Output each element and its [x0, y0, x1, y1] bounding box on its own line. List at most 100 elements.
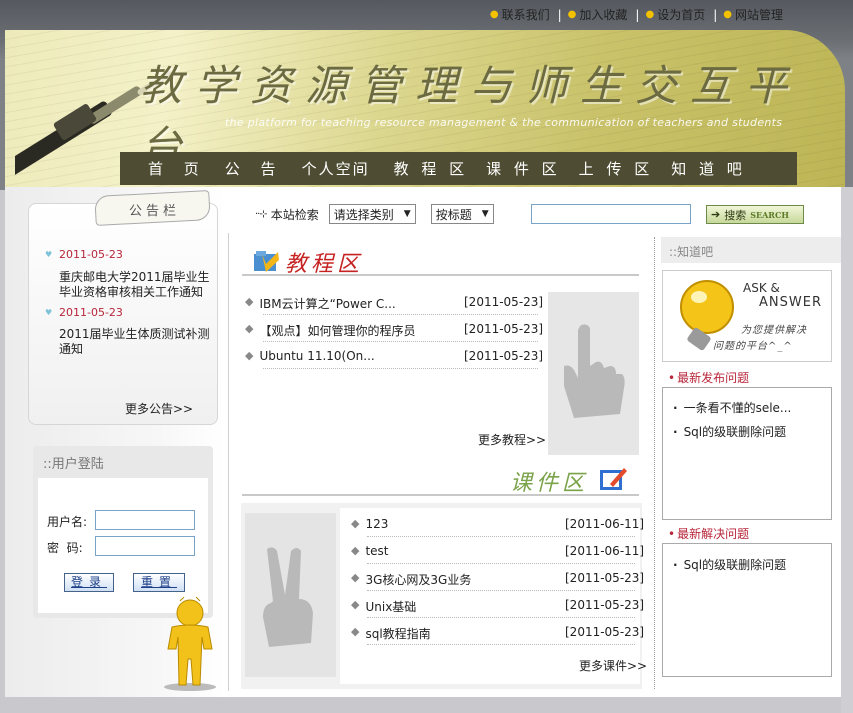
courseware-date: [2011-05-23]: [565, 598, 645, 612]
category-select[interactable]: 请选择类别 ▼: [328, 204, 416, 224]
search-button[interactable]: ➔ 搜索 SEARCH: [706, 205, 804, 224]
zhidao-title: ::知道吧: [661, 237, 841, 263]
nav-zhidao[interactable]: 知 道 吧: [671, 158, 746, 179]
divider: [242, 274, 639, 276]
latest-question-item[interactable]: 一条看不懂的sele...: [673, 399, 792, 416]
dropdown-icon: ▼: [403, 209, 411, 219]
nav-home[interactable]: 首 页: [148, 158, 207, 179]
slogan-line-1: 为您提供解决: [741, 325, 807, 336]
password-input[interactable]: [95, 536, 195, 556]
search-label: 本站检索: [270, 207, 319, 222]
nav-notice[interactable]: 公 告: [225, 158, 284, 179]
divider: [242, 494, 639, 496]
courseware-date: [2011-05-23]: [565, 625, 645, 639]
ask-label: ASK &: [743, 281, 780, 295]
login-title: ::用户登陆: [43, 457, 104, 472]
notice-panel: [28, 203, 218, 425]
nav-upload[interactable]: 上 传 区: [579, 158, 654, 179]
field-select[interactable]: 按标题 ▼: [430, 204, 494, 224]
right-edge: [841, 187, 853, 713]
pointing-hand-icon: [564, 324, 625, 418]
notice-date: 2011-05-23: [45, 248, 123, 261]
more-tutorials-link[interactable]: 更多教程>>: [478, 431, 546, 448]
arrow-circle-icon: ➔: [711, 208, 721, 221]
solved-questions-label: 最新解决问题: [668, 525, 749, 542]
username-input[interactable]: [95, 510, 195, 530]
dropdown-icon: ▼: [481, 209, 489, 219]
contact-link[interactable]: 联系我们: [502, 6, 550, 23]
category-value: 请选择类别: [333, 207, 394, 222]
answer-label: ANSWER: [759, 295, 822, 310]
tutorial-item[interactable]: ◆ IBM云计算之“Power C...: [245, 295, 396, 312]
site-subtitle: the platform for teaching resource manag…: [225, 116, 783, 129]
notepad-icon: [600, 468, 627, 490]
page: ● 联系我们 | ● 加入收藏 | ● 设为首页 | ● 网站管理 教学资源管理与师生交互平台…: [0, 0, 853, 713]
courseware-date: [2011-05-23]: [565, 571, 645, 585]
notice-title-tab: 公告栏: [94, 190, 211, 226]
diamond-icon: ◆: [351, 625, 360, 638]
courseware-item[interactable]: ◆ Unix基础: [351, 598, 416, 615]
field-value: 按标题: [435, 207, 472, 222]
login-button[interactable]: 登录: [64, 573, 114, 592]
tutorial-date: [2011-05-23]: [464, 322, 544, 336]
main-nav: 首 页 公 告 个人空间 教 程 区 课 件 区 上 传 区 知 道 吧: [120, 152, 797, 185]
more-notice-link[interactable]: 更多公告>>: [125, 400, 193, 417]
banner: 教学资源管理与师生交互平台 the platform for teaching …: [5, 30, 845, 190]
bullet-icon: ●: [567, 9, 577, 20]
header: ● 联系我们 | ● 加入收藏 | ● 设为首页 | ● 网站管理 教学资源管理与师生交互平台…: [0, 0, 853, 190]
nav-tutorials[interactable]: 教 程 区: [394, 158, 469, 179]
favorite-link[interactable]: 加入收藏: [579, 6, 627, 23]
reset-button[interactable]: 重置: [133, 573, 185, 592]
diamond-icon: ◆: [245, 295, 254, 308]
tutorial-image: [548, 292, 639, 455]
notice-item[interactable]: 重庆邮电大学2011届毕业生毕业资格审核相关工作通知: [59, 270, 211, 300]
diamond-icon: ◆: [245, 349, 254, 362]
bullet-icon: ●: [489, 9, 499, 20]
yellow-figure-icon: [164, 597, 216, 691]
username-label: 用户名:: [47, 515, 88, 529]
nav-personal[interactable]: 个人空间: [302, 158, 370, 179]
courseware-item[interactable]: ◆ 3G核心网及3G业务: [351, 571, 471, 588]
peace-hand-icon: [263, 547, 313, 647]
solved-question-item[interactable]: Sql的级联删除问题: [673, 556, 787, 573]
column-divider: [228, 233, 229, 691]
folder-icon: [254, 251, 279, 272]
courseware-item[interactable]: ◆ sql教程指南: [351, 625, 431, 642]
slogan-line-2: 问题的平台^_^: [713, 341, 793, 352]
tutorial-date: [2011-05-23]: [464, 295, 544, 309]
search-button-label: 搜索: [724, 208, 747, 222]
search-bar: ··⊹ 本站检索 请选择类别 ▼ 按标题 ▼: [255, 204, 494, 224]
courseware-date: [2011-06-11]: [565, 544, 645, 558]
password-label: 密 码:: [47, 541, 83, 555]
search-arrow-icon: ··⊹: [255, 208, 268, 220]
courseware-heading: 课件区: [510, 471, 589, 496]
bullet-icon: ●: [645, 9, 655, 20]
notice-date: 2011-05-23: [45, 306, 123, 319]
column-divider: [654, 237, 655, 689]
ask-answer-banner[interactable]: ASK & ANSWER 为您提供解决 问题的平台^_^: [662, 270, 832, 362]
nav-courseware[interactable]: 课 件 区: [486, 158, 561, 179]
top-links: ● 联系我们 | ● 加入收藏 | ● 设为首页 | ● 网站管理: [489, 6, 783, 23]
tutorial-item[interactable]: ◆ 【观点】如何管理你的程序员: [245, 322, 415, 339]
search-button-en: SEARCH: [750, 209, 789, 220]
diamond-icon: ◆: [351, 571, 360, 584]
diamond-icon: ◆: [351, 598, 360, 611]
notice-item[interactable]: 2011届毕业生体质测试补测通知: [59, 327, 211, 357]
bullet-icon: ●: [723, 9, 732, 20]
tutorial-item[interactable]: ◆ Ubuntu 11.10(On...: [245, 349, 375, 363]
diamond-icon: ◆: [351, 517, 360, 530]
courseware-item[interactable]: ◆ test: [351, 544, 389, 558]
diamond-icon: ◆: [351, 544, 360, 557]
notice-title: 公告栏: [129, 204, 181, 219]
latest-questions-label: 最新发布问题: [668, 369, 749, 386]
homepage-link[interactable]: 设为首页: [657, 6, 705, 23]
courseware-item[interactable]: ◆ 123: [351, 517, 388, 531]
more-courseware-link[interactable]: 更多课件>>: [579, 657, 647, 674]
diamond-icon: ◆: [245, 322, 254, 335]
tutorial-date: [2011-05-23]: [464, 349, 544, 363]
admin-link[interactable]: 网站管理: [735, 6, 783, 23]
search-input[interactable]: [531, 204, 691, 224]
courseware-image: [245, 513, 336, 677]
latest-question-item[interactable]: Sql的级联删除问题: [673, 423, 787, 440]
courseware-date: [2011-06-11]: [565, 517, 645, 531]
